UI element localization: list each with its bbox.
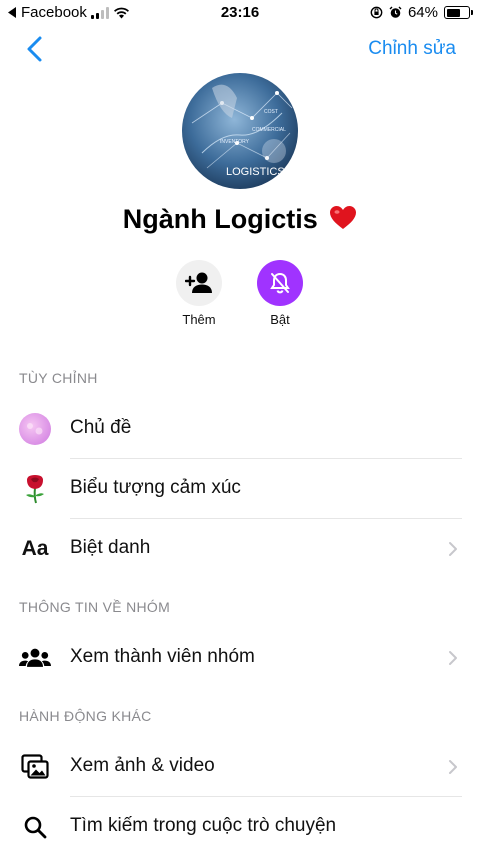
battery-percent: 64% [407, 4, 438, 21]
theme-row[interactable]: Chủ đề [0, 399, 480, 459]
search-row[interactable]: Tìm kiếm trong cuộc trò chuyện [0, 797, 480, 853]
bell-off-icon [270, 272, 290, 294]
text-aa-icon: Aa [21, 537, 49, 560]
add-member-label: Thêm [182, 312, 216, 327]
add-member-button[interactable]: Thêm [154, 260, 244, 327]
members-row[interactable]: Xem thành viên nhóm [0, 628, 480, 688]
chevron-right-icon [449, 760, 457, 774]
group-avatar-image: INVENTORY COMMERCIAL COST LOGISTICS [182, 73, 298, 189]
status-bar: Facebook 23:16 64% [0, 0, 480, 24]
mute-circle [257, 260, 303, 306]
battery-level [446, 8, 460, 17]
chevron-right-icon [449, 542, 457, 556]
status-right: 64% [370, 4, 473, 21]
chevron-right-icon [449, 651, 457, 665]
media-row[interactable]: Xem ảnh & video [0, 737, 480, 797]
group-name: Ngành Logictis [0, 204, 480, 235]
nickname-label: Biệt danh [70, 537, 151, 558]
avatar-subtext-2: COMMERCIAL [252, 127, 286, 133]
section-header-customize: TÙY CHỈNH [19, 370, 98, 386]
group-members-icon [19, 642, 51, 674]
search-icon [19, 811, 51, 843]
add-member-circle [176, 260, 222, 306]
emoji-row[interactable]: Biểu tượng cảm xúc [0, 459, 480, 519]
rose-icon [19, 473, 51, 505]
edit-button[interactable]: Chỉnh sửa [368, 38, 456, 60]
section-header-other-actions: HÀNH ĐỘNG KHÁC [19, 708, 152, 724]
nickname-row[interactable]: Aa Biệt danh [0, 519, 480, 579]
emoji-label: Biểu tượng cảm xúc [70, 477, 241, 498]
mute-label: Bật [270, 312, 290, 327]
chevron-left-icon [27, 36, 42, 62]
members-label: Xem thành viên nhóm [70, 646, 255, 667]
avatar-subtext-1: INVENTORY [220, 139, 250, 145]
avatar-subtext-3: COST [264, 109, 278, 115]
section-header-group-info: THÔNG TIN VỀ NHÓM [19, 599, 171, 615]
photo-gallery-icon [19, 751, 51, 783]
avatar-text: LOGISTICS [226, 166, 285, 178]
media-label: Xem ảnh & video [70, 755, 215, 776]
group-avatar[interactable]: INVENTORY COMMERCIAL COST LOGISTICS [182, 73, 298, 189]
battery-icon [444, 6, 473, 19]
heart-icon [330, 206, 357, 229]
back-button[interactable] [24, 34, 46, 64]
search-label: Tìm kiếm trong cuộc trò chuyện [70, 815, 337, 836]
mute-button[interactable]: Bật [235, 260, 325, 327]
theme-icon [19, 413, 51, 445]
alarm-icon [389, 6, 402, 18]
add-person-icon [185, 272, 212, 293]
group-name-text: Ngành Logictis [122, 204, 318, 234]
theme-label: Chủ đề [70, 417, 132, 438]
rotation-lock-icon [370, 6, 383, 19]
